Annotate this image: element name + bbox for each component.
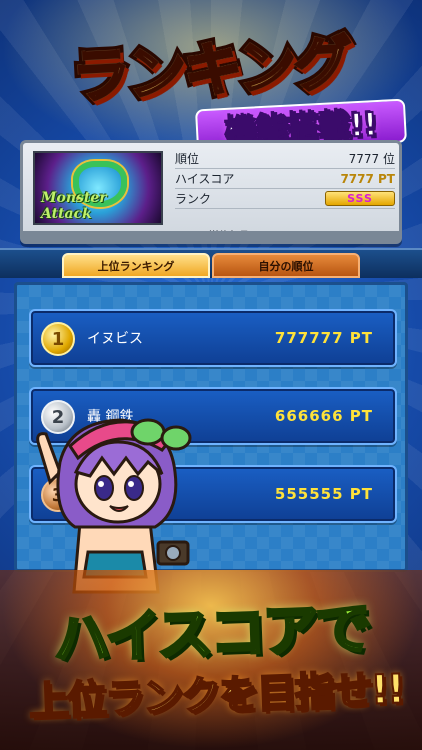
player-name: イヌビス [87,331,143,347]
stat-label: ランク [175,192,212,206]
stat-value: 7777 位 [348,152,395,166]
player-score: 777777 PT [274,329,373,347]
profile-footer-bar [23,231,399,241]
stat-label: ハイスコア [175,172,235,186]
player-score: 555555 PT [274,485,373,503]
player-score: 666666 PT [274,407,373,425]
ranking-row[interactable]: 1 イヌビス 777777 PT [29,309,397,367]
tab-top-ranking[interactable]: 上位ランキング [62,253,210,278]
game-thumbnail: Monster Attack [33,151,163,225]
gold-medal-icon: 1 [41,322,75,356]
rank-badge: SSS [325,191,395,206]
stat-row-rank: 順位 7777 位 [175,149,395,169]
stat-row-highscore: ハイスコア 7777 PT [175,169,395,189]
tab-my-rank[interactable]: 自分の順位 [212,253,360,278]
stat-value: 7777 PT [340,171,395,186]
tab-strip: 上位ランキング 自分の順位 [0,248,422,278]
profile-card: Monster Attack 順位 7777 位 ハイスコア 7777 PT ラ… [20,140,402,244]
stat-row-grade: ランク SSS [175,189,395,209]
game-logo: Monster Attack [41,190,107,222]
profile-stats: 順位 7777 位 ハイスコア 7777 PT ランク SSS [175,149,395,209]
stat-label: 順位 [175,152,200,166]
